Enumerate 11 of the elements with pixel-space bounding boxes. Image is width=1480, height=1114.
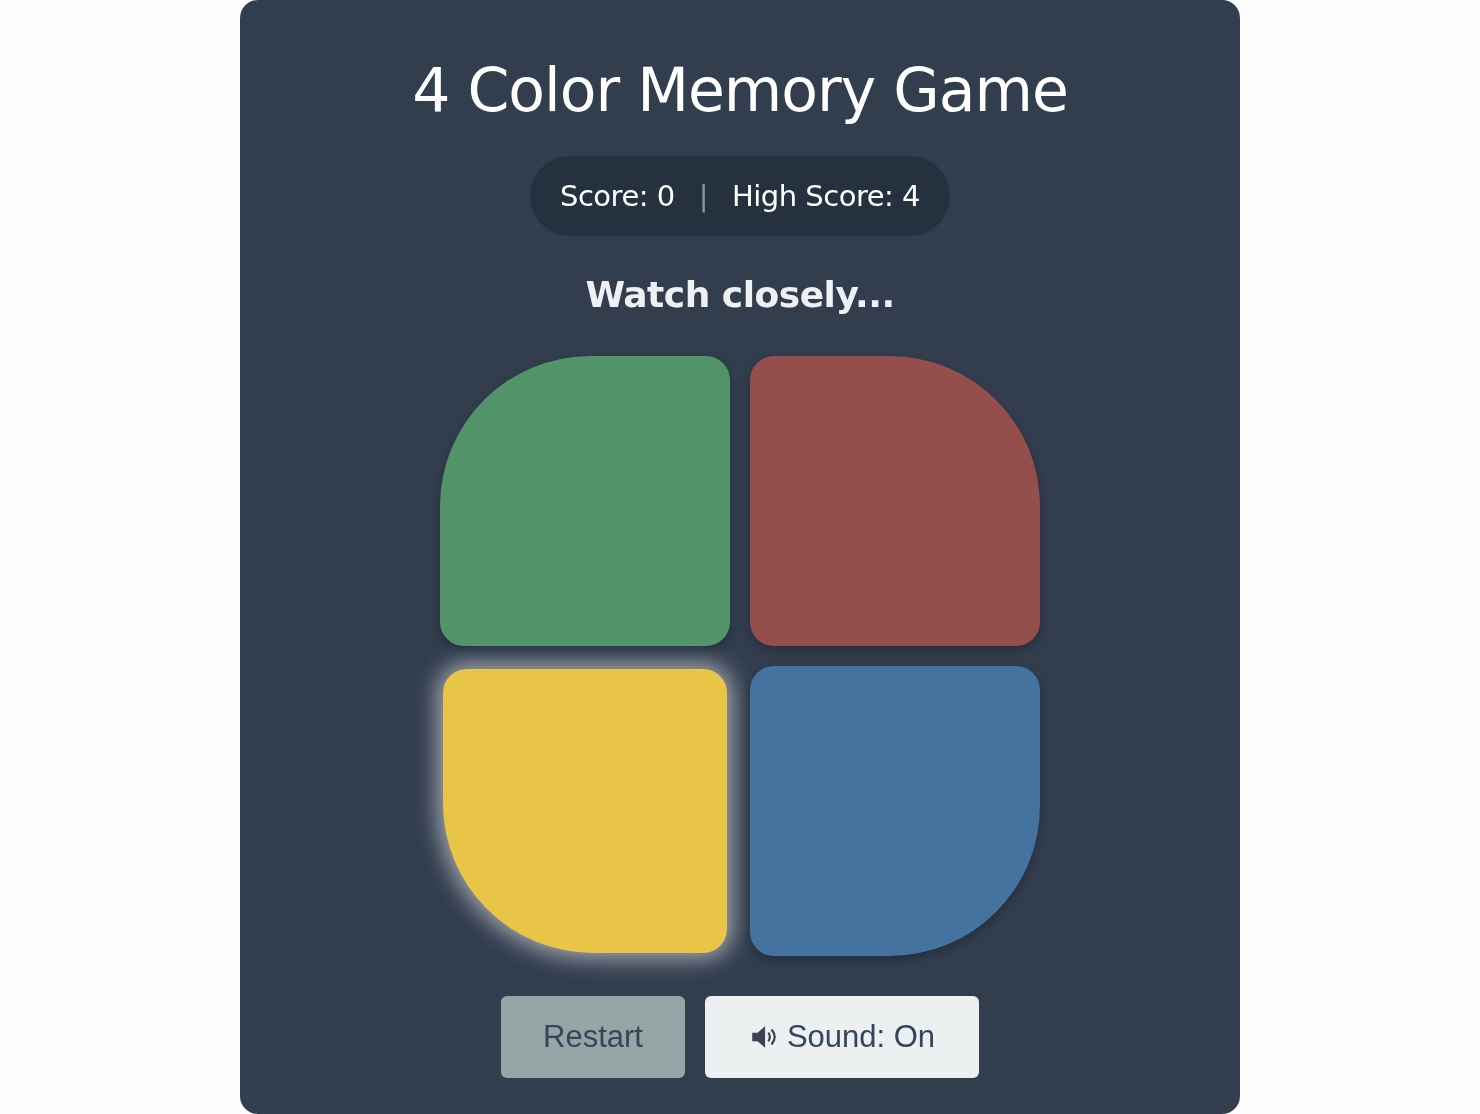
separator: |	[698, 179, 708, 213]
sound-button[interactable]: Sound: On	[705, 996, 979, 1078]
score-text: Score: 0	[560, 179, 675, 213]
status-message: Watch closely...	[585, 273, 895, 317]
color-pad[interactable]	[443, 669, 727, 953]
restart-button[interactable]: Restart	[501, 996, 685, 1078]
high-score-text: High Score: 4	[731, 179, 920, 213]
color-pad[interactable]	[750, 666, 1040, 956]
game-title: 4 Color Memory Game	[412, 54, 1068, 127]
color-pad[interactable]	[440, 356, 730, 646]
color-pad[interactable]	[750, 356, 1040, 646]
